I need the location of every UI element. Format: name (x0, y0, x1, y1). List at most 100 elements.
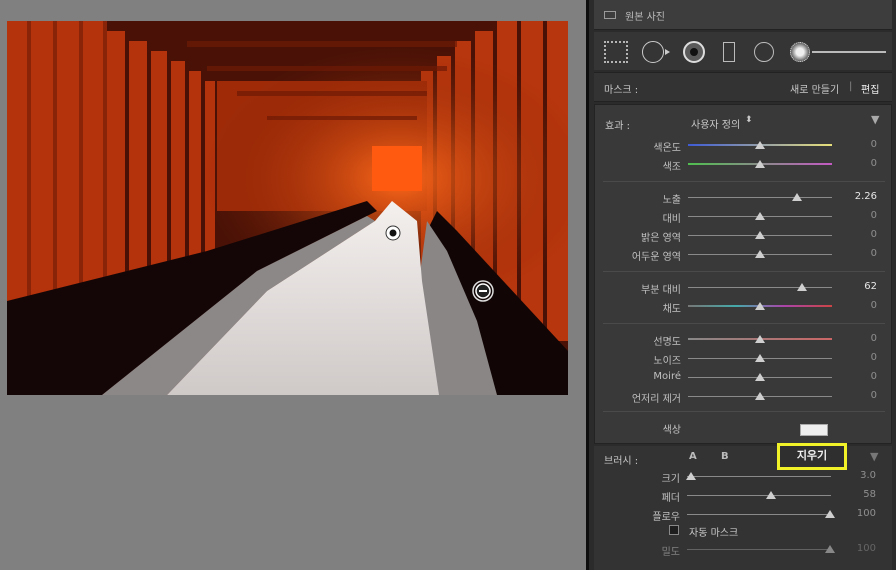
sharpness-slider-row: 선명도 0 (595, 331, 893, 348)
crop-overlay-icon[interactable] (604, 41, 628, 63)
defringe-label: 언저리 제거 (631, 394, 681, 405)
temperature-label: 색온도 (653, 143, 681, 154)
spot-removal-arrow-icon (665, 49, 670, 55)
density-slider[interactable] (687, 549, 831, 550)
feather-slider[interactable] (687, 495, 831, 496)
tint-slider-row: 색조 0 (595, 156, 893, 173)
graduated-filter-icon[interactable] (723, 42, 735, 62)
temperature-value[interactable]: 0 (871, 139, 877, 150)
clarity-slider-thumb[interactable] (796, 283, 807, 291)
highlights-value[interactable]: 0 (871, 229, 877, 240)
density-slider-thumb[interactable] (824, 545, 835, 553)
brush-section: 브러시 : A B 지우기 ▼ 크기 3.0 페더 58 플로우 100 밀도 100 자동 … (594, 443, 892, 570)
density-value[interactable]: 100 (857, 543, 876, 554)
tint-value[interactable]: 0 (871, 158, 877, 169)
spot-removal-icon[interactable] (642, 41, 664, 63)
color-row: 색상 (595, 419, 893, 436)
exposure-slider-thumb[interactable] (792, 193, 803, 201)
original-photo-row[interactable]: 원본 사진 (594, 0, 892, 30)
effects-label: 효과 : (605, 121, 630, 132)
photo-canvas-area (0, 0, 586, 570)
original-photo-label: 원본 사진 (625, 12, 665, 23)
group-divider (603, 323, 885, 324)
shadows-label: 어두운 영역 (631, 252, 681, 263)
temperature-slider-thumb[interactable] (755, 141, 765, 149)
moire-slider-thumb[interactable] (755, 373, 765, 381)
feather-slider-row: 페더 58 (594, 487, 892, 504)
preset-updown-icon[interactable]: ⬍ (745, 115, 753, 125)
size-value[interactable]: 3.0 (860, 470, 876, 481)
flow-slider-thumb[interactable] (824, 510, 835, 518)
size-slider-row: 크기 3.0 (594, 468, 892, 485)
effects-collapse-icon[interactable]: ▼ (871, 113, 879, 126)
saturation-slider-thumb[interactable] (755, 302, 765, 310)
feather-slider-thumb[interactable] (765, 491, 776, 499)
sharpness-slider-thumb[interactable] (755, 335, 765, 343)
auto-mask-label: 자동 마스크 (689, 528, 739, 539)
radial-filter-icon[interactable] (754, 42, 774, 62)
shadows-slider-thumb[interactable] (755, 250, 765, 258)
exposure-label: 노출 (662, 195, 681, 206)
moire-label: Moiré (653, 371, 681, 382)
exposure-value[interactable]: 2.26 (855, 191, 877, 202)
clarity-slider[interactable] (688, 287, 832, 288)
brush-label: 브러시 : (604, 456, 639, 467)
auto-mask-checkbox[interactable] (669, 525, 679, 535)
mask-header: 마스크 : 새로 만들기 | 편집 (594, 72, 892, 102)
contrast-value[interactable]: 0 (871, 210, 877, 221)
mask-edit-button[interactable]: 편집 (861, 81, 879, 96)
develop-right-panel: 원본 사진 마스크 : 새로 만들기 | 편집 효과 : 사용자 정의 ⬍ ▼ … (589, 0, 896, 570)
color-swatch[interactable] (800, 424, 828, 436)
effects-preset-dropdown[interactable]: 사용자 정의 (691, 116, 740, 131)
defringe-value[interactable]: 0 (871, 390, 877, 401)
brush-collapse-icon[interactable]: ▼ (870, 450, 878, 463)
saturation-slider-row: 채도 0 (595, 298, 893, 315)
brush-a-tab[interactable]: A (689, 451, 697, 462)
contrast-slider-thumb[interactable] (755, 212, 765, 220)
moire-value[interactable]: 0 (871, 371, 877, 382)
temperature-slider-row: 색온도 0 (595, 137, 893, 154)
tint-slider-thumb[interactable] (755, 160, 765, 168)
color-label: 색상 (662, 425, 681, 436)
red-eye-icon[interactable] (683, 41, 705, 63)
exposure-slider[interactable] (688, 197, 832, 198)
saturation-value[interactable]: 0 (871, 300, 877, 311)
clarity-slider-row: 부분 대비 62 (595, 279, 893, 296)
group-divider (603, 181, 885, 182)
noise-slider-thumb[interactable] (755, 354, 765, 362)
flow-slider[interactable] (687, 514, 831, 515)
size-slider[interactable] (687, 476, 831, 477)
defringe-slider-thumb[interactable] (755, 392, 765, 400)
shadows-value[interactable]: 0 (871, 248, 877, 259)
mask-label: 마스크 : (604, 85, 639, 96)
noise-value[interactable]: 0 (871, 352, 877, 363)
sharpness-value[interactable]: 0 (871, 333, 877, 344)
flow-value[interactable]: 100 (857, 508, 876, 519)
contrast-slider-row: 대비 0 (595, 208, 893, 225)
size-slider-thumb[interactable] (686, 472, 697, 480)
flow-label: 플로우 (652, 512, 680, 523)
effects-section: 효과 : 사용자 정의 ⬍ ▼ 색온도 0 색조 0 노출 2.26 대비 0 밝은 영역 0 어두… (594, 104, 892, 444)
density-slider-row: 밀도 100 (594, 541, 892, 558)
brush-b-tab[interactable]: B (721, 451, 729, 462)
size-label: 크기 (661, 474, 680, 485)
sharpness-label: 선명도 (653, 337, 681, 348)
highlights-slider-thumb[interactable] (755, 231, 765, 239)
feather-label: 페더 (661, 493, 680, 504)
mask-new-button[interactable]: 새로 만들기 (790, 81, 839, 96)
highlights-slider-row: 밝은 영역 0 (595, 227, 893, 244)
tool-strip (594, 32, 892, 70)
highlights-label: 밝은 영역 (641, 233, 681, 244)
feather-value[interactable]: 58 (863, 489, 876, 500)
photo-preview[interactable] (7, 21, 568, 395)
tint-label: 색조 (662, 162, 681, 173)
original-photo-checkbox[interactable] (604, 11, 616, 19)
group-divider (603, 271, 885, 272)
defringe-slider-row: 언저리 제거 0 (595, 388, 893, 405)
clarity-value[interactable]: 62 (864, 281, 877, 292)
tool-slider-track[interactable] (812, 51, 886, 53)
moire-slider-row: Moiré 0 (595, 369, 893, 385)
adjustment-brush-icon[interactable] (790, 42, 810, 62)
clarity-label: 부분 대비 (641, 285, 681, 296)
brush-erase-button[interactable]: 지우기 (777, 443, 847, 470)
